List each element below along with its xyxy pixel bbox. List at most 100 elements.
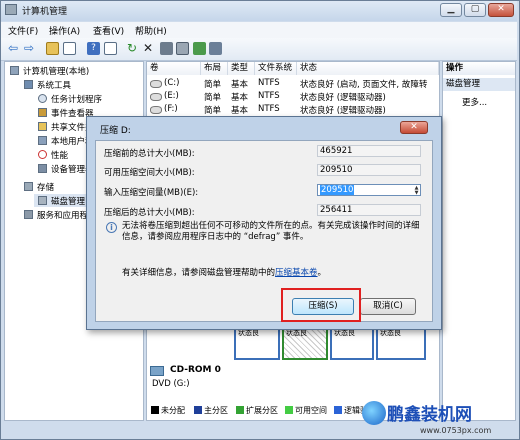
- help-prefix: 有关详细信息，请参阅磁盘管理帮助中的: [122, 268, 276, 278]
- minimize-button[interactable]: ▁: [440, 3, 462, 17]
- cdrom-drive: DVD (G:): [152, 379, 190, 389]
- row-1-volume[interactable]: (C:): [164, 78, 179, 88]
- row-2-type: 基本: [231, 93, 249, 103]
- watermark-logo-icon: [362, 401, 386, 425]
- shrink-amount-label: 输入压缩空间量(MB)(E):: [104, 188, 199, 198]
- refresh-icon[interactable]: ↻: [127, 41, 137, 55]
- computer-management-icon: [5, 4, 17, 15]
- available-space-label: 可用压缩空间大小(MB):: [104, 168, 195, 178]
- settings-icon[interactable]: [209, 42, 222, 55]
- row-3-volume[interactable]: (F:): [164, 104, 178, 114]
- volume-icon: [150, 80, 162, 88]
- row-3-status: 状态良好 (逻辑驱动器): [300, 106, 386, 116]
- after-size-label: 压缩后的总计大小(MB):: [104, 208, 195, 218]
- toolbar: [1, 38, 517, 61]
- annotation-highlight-box: [281, 288, 361, 322]
- services-icon: [24, 210, 33, 219]
- spin-down-icon[interactable]: ▼: [412, 190, 421, 196]
- cancel-button[interactable]: 取消(C): [360, 298, 416, 315]
- shrink-amount-input[interactable]: 209510: [317, 184, 421, 196]
- tree-item-system-tools[interactable]: 系统工具: [37, 79, 71, 91]
- help-link[interactable]: 压缩基本卷: [275, 268, 318, 278]
- tree-item-storage[interactable]: 存储: [37, 181, 54, 193]
- export-icon[interactable]: [160, 42, 173, 55]
- after-size-value: 256411: [317, 204, 421, 216]
- event-viewer-icon: [38, 108, 47, 117]
- storage-icon: [24, 182, 33, 191]
- row-3-type: 基本: [231, 106, 249, 116]
- more-actions-link[interactable]: 更多...: [462, 96, 487, 108]
- actions-pane: [442, 61, 516, 421]
- legend-extended: 扩展分区: [246, 406, 278, 415]
- disk-icon[interactable]: [176, 42, 189, 55]
- actions-header: 操作: [443, 62, 515, 75]
- legend-swatch-unallocated: [151, 406, 159, 414]
- watermark-brand: 鹏鑫装机网: [387, 405, 472, 425]
- legend-unallocated: 未分配: [161, 406, 185, 415]
- info-icon: i: [106, 222, 117, 233]
- cdrom-label: CD-ROM 0: [170, 365, 221, 375]
- column-header-filesystem[interactable]: 文件系统: [255, 62, 297, 75]
- row-3-layout: 简单: [204, 106, 222, 116]
- row-2-layout: 简单: [204, 93, 222, 103]
- maximize-button[interactable]: ▢: [464, 3, 486, 17]
- tree-item-performance[interactable]: 性能: [51, 149, 68, 161]
- disk-management-icon: [38, 196, 47, 205]
- computer-icon: [10, 66, 19, 75]
- system-tools-icon: [24, 80, 33, 89]
- row-1-layout: 简单: [204, 80, 222, 90]
- row-1-filesystem: NTFS: [258, 78, 280, 88]
- column-header-layout[interactable]: 布局: [201, 62, 228, 75]
- legend-swatch-primary: [194, 406, 202, 414]
- column-header-type[interactable]: 类型: [228, 62, 255, 75]
- row-1-status: 状态良好 (启动, 页面文件, 故障转: [300, 80, 428, 90]
- device-manager-icon: [38, 164, 47, 173]
- help-text: 有关详细信息，请参阅磁盘管理帮助中的压缩基本卷。: [122, 266, 326, 278]
- performance-icon: [38, 150, 47, 159]
- tree-item-root[interactable]: 计算机管理(本地): [23, 65, 89, 77]
- menu-help[interactable]: 帮助(H): [135, 24, 167, 37]
- legend-free: 可用空间: [295, 406, 327, 415]
- tree-item-task-scheduler[interactable]: 任务计划程序: [51, 93, 102, 105]
- legend-swatch-free: [285, 406, 293, 414]
- tree-item-disk-management[interactable]: 磁盘管理: [51, 195, 85, 207]
- column-header-volume[interactable]: 卷: [147, 62, 201, 75]
- total-size-label: 压缩前的总计大小(MB):: [104, 149, 195, 159]
- column-header-status[interactable]: 状态: [297, 62, 439, 75]
- delete-icon[interactable]: ✕: [143, 41, 153, 55]
- dialog-close-button[interactable]: ✕: [400, 121, 428, 134]
- shrink-info-text: 无法将卷压缩到超出任何不可移动的文件所在的点。有关完成该操作时间的详细信息，请参…: [122, 221, 420, 242]
- menu-action[interactable]: 操作(A): [49, 24, 80, 37]
- legend-primary: 主分区: [204, 406, 228, 415]
- watermark-url: www.0753px.com: [420, 426, 492, 435]
- forward-arrow-icon[interactable]: ⇨: [24, 41, 34, 55]
- row-2-filesystem: NTFS: [258, 91, 280, 101]
- help-suffix: 。: [317, 268, 327, 278]
- menu-view[interactable]: 查看(V): [93, 24, 124, 37]
- total-size-value: 465921: [317, 145, 421, 157]
- row-2-status: 状态良好 (逻辑驱动器): [300, 93, 386, 103]
- legend-swatch-extended: [236, 406, 244, 414]
- users-icon: [38, 136, 47, 145]
- shrink-amount-value: 209510: [320, 185, 355, 195]
- folder-up-icon[interactable]: [46, 42, 59, 55]
- properties-icon[interactable]: [104, 42, 117, 55]
- help-icon[interactable]: ?: [87, 42, 100, 55]
- legend-swatch-logical: [334, 406, 342, 414]
- available-space-value: 209510: [317, 164, 421, 176]
- close-window-button[interactable]: ✕: [488, 3, 514, 17]
- dialog-title: 压缩 D:: [100, 126, 131, 136]
- row-2-volume[interactable]: (E:): [164, 91, 179, 101]
- tree-item-services-apps[interactable]: 服务和应用程: [37, 209, 88, 221]
- clock-icon: [38, 94, 47, 103]
- window-title: 计算机管理: [22, 7, 68, 17]
- row-3-filesystem: NTFS: [258, 104, 280, 114]
- menu-file[interactable]: 文件(F): [8, 24, 38, 37]
- actions-section-disk-management[interactable]: 磁盘管理: [443, 78, 515, 91]
- back-arrow-icon[interactable]: ⇦: [8, 41, 18, 55]
- search-icon[interactable]: [193, 42, 206, 55]
- volume-icon: [150, 106, 162, 114]
- shared-folder-icon: [38, 122, 47, 131]
- show-tree-icon[interactable]: [63, 42, 76, 55]
- row-1-type: 基本: [231, 80, 249, 90]
